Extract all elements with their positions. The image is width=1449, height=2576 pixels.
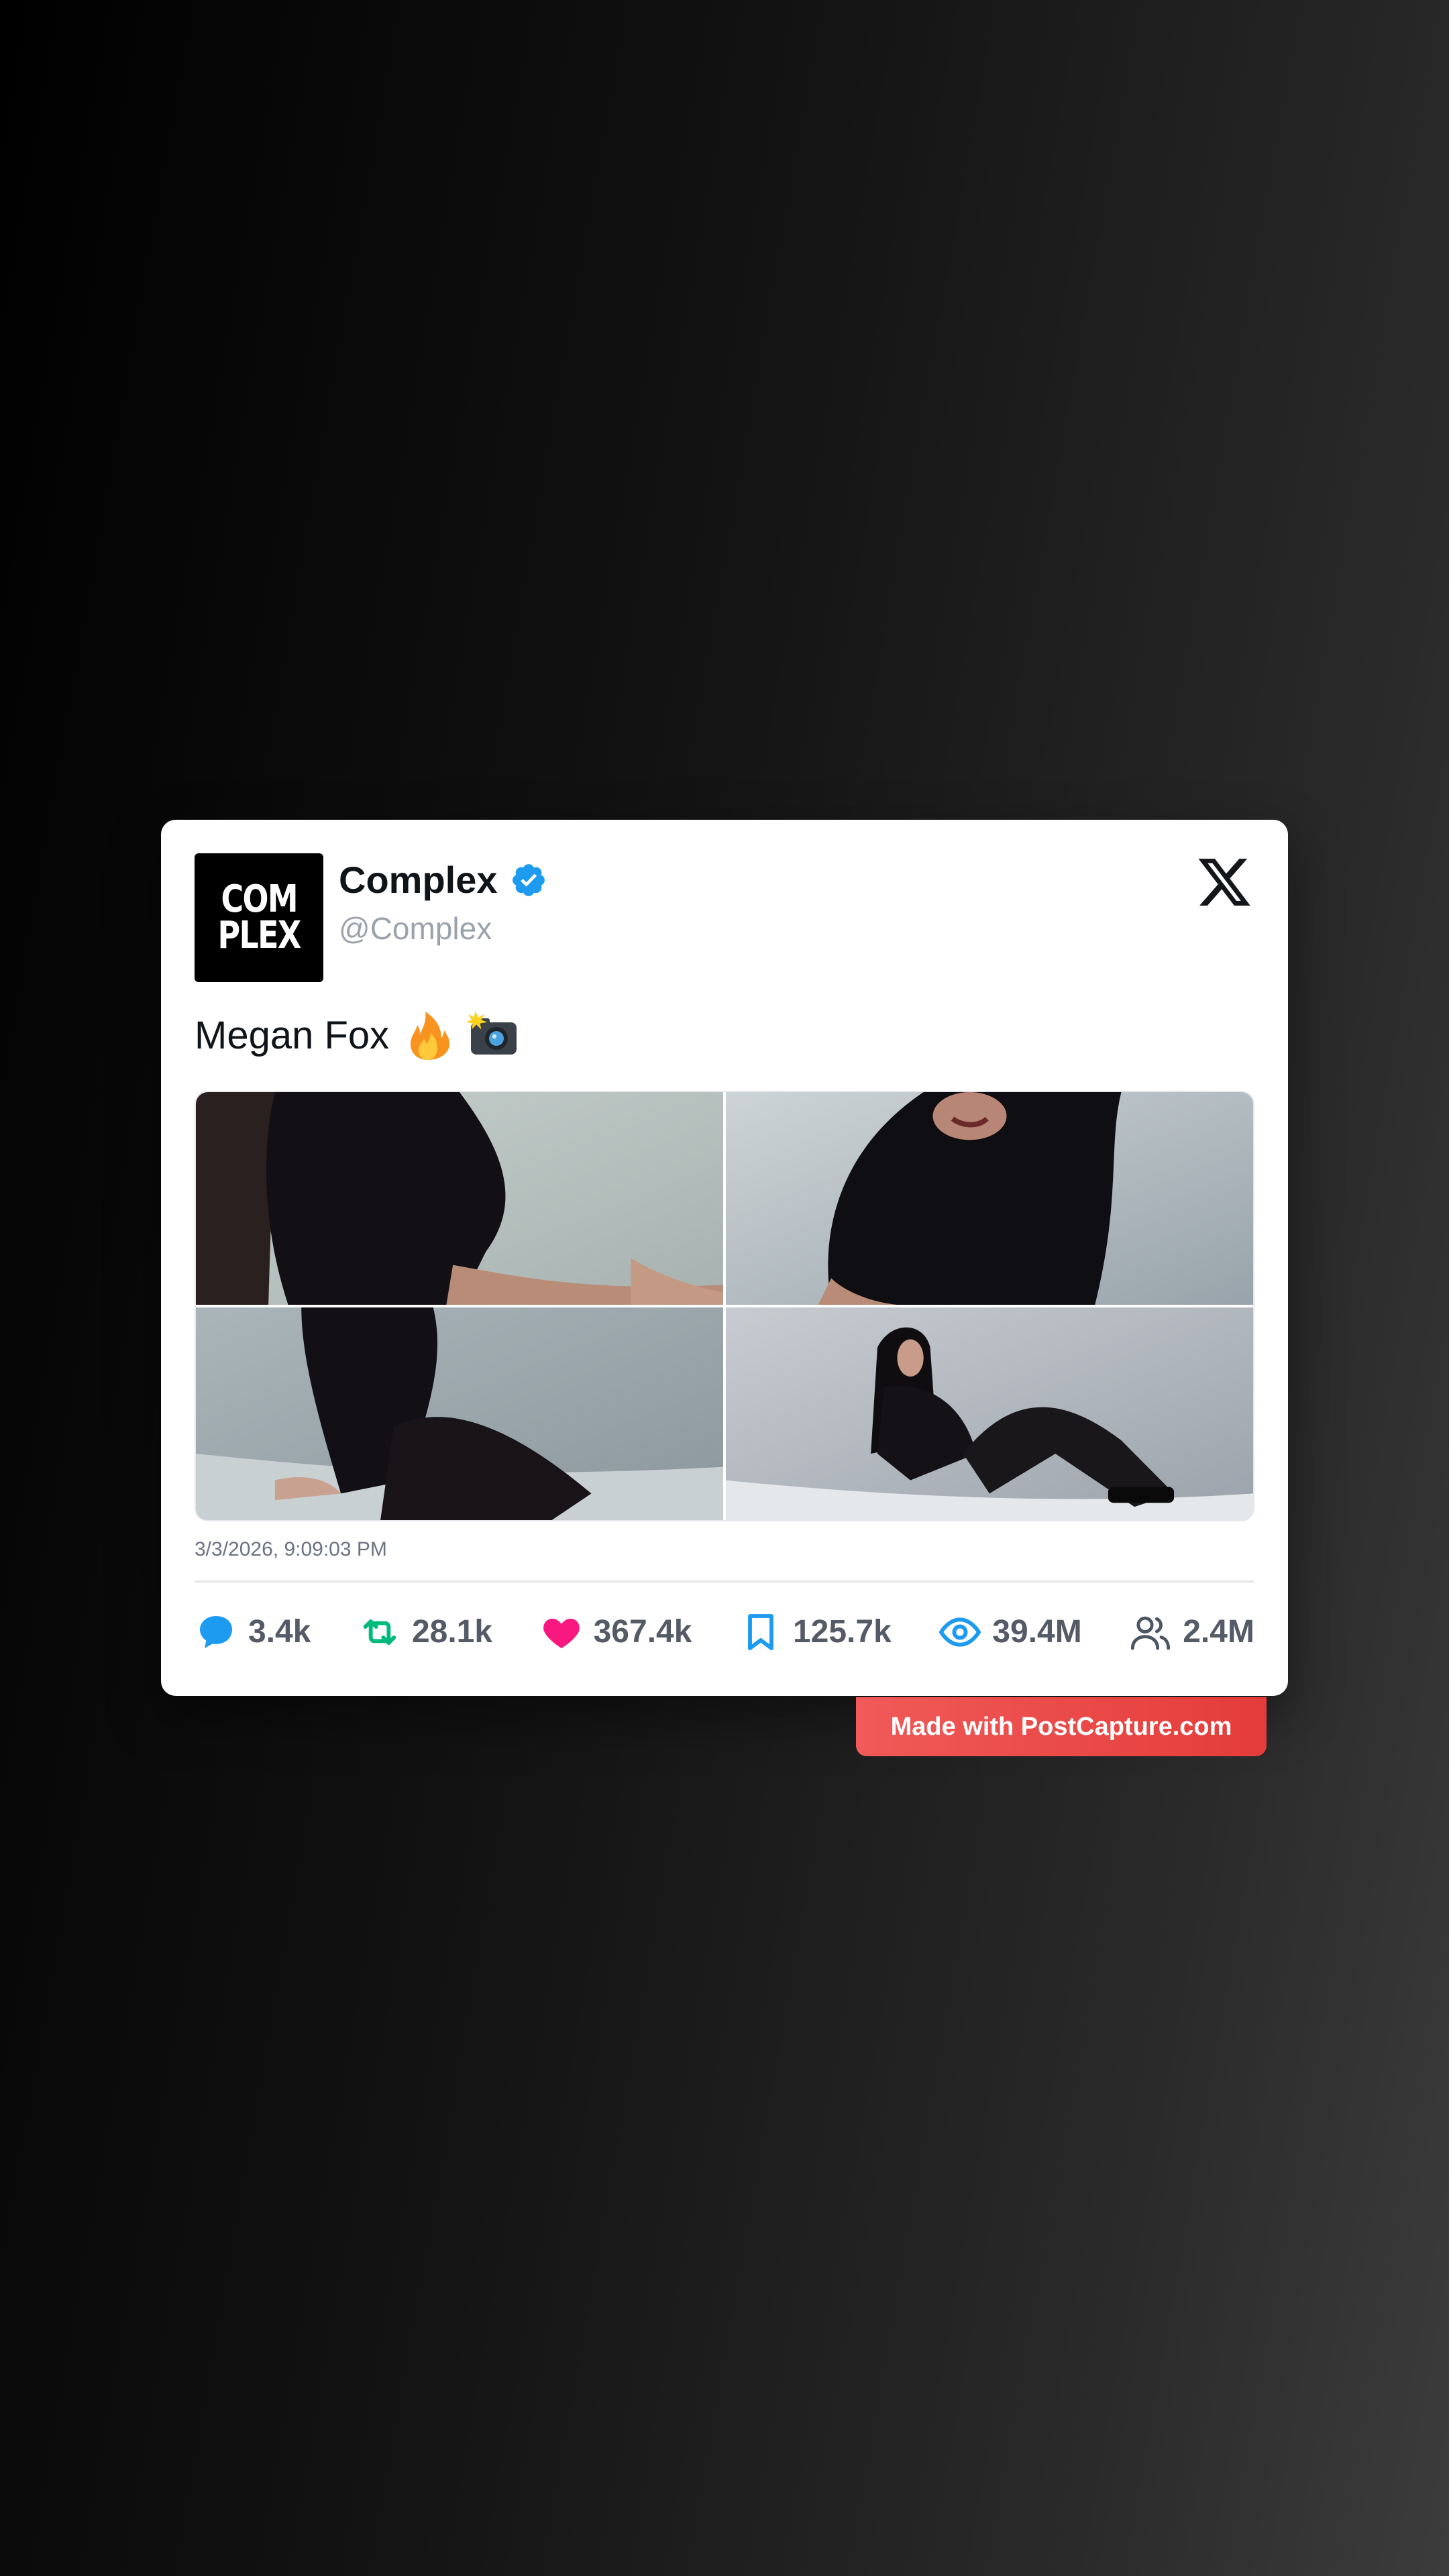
handle[interactable]: @Complex [339, 908, 492, 949]
reply-count: 3.4k [248, 1614, 311, 1650]
avatar-logo-line-2: PLEX [217, 914, 301, 957]
media-photo-1[interactable] [196, 1092, 723, 1305]
eye-icon [938, 1617, 981, 1647]
reply-stat[interactable]: 3.4k [195, 1611, 311, 1654]
reply-bubble-icon [200, 1616, 232, 1648]
repost-count: 28.1k [411, 1614, 493, 1650]
followers-count: 2.4M [1183, 1614, 1254, 1650]
watermark-badge[interactable]: Made with PostCapture.com [856, 1697, 1267, 1756]
media-grid [195, 1091, 1254, 1521]
avatar[interactable]: COM PLEX [195, 853, 323, 982]
media-photo-4[interactable] [726, 1307, 1253, 1520]
users-icon [1131, 1616, 1171, 1650]
display-name[interactable]: Complex [339, 857, 498, 904]
views-count: 39.4M [992, 1614, 1082, 1650]
like-count: 367.4k [593, 1614, 692, 1650]
bookmark-icon [748, 1614, 773, 1650]
post-text-body: Megan Fox [195, 1014, 390, 1057]
heart-icon [543, 1618, 580, 1648]
avatar-logo-line-1: COM [221, 877, 298, 921]
verified-badge-icon [512, 864, 545, 896]
followers-stat[interactable]: 2.4M [1129, 1611, 1254, 1654]
media-photo-2[interactable] [726, 1092, 1253, 1305]
like-stat[interactable]: 367.4k [540, 1611, 692, 1654]
post-text: Megan Fox [195, 1009, 521, 1063]
camera-flash-emoji-icon [467, 1011, 517, 1055]
post-card: COM PLEX Complex @Complex Megan Fox 3/3/… [161, 820, 1288, 1696]
bookmark-count: 125.7k [792, 1614, 892, 1650]
post-timestamp[interactable]: 3/3/2026, 9:09:03 PM [195, 1536, 387, 1563]
stats-bar: 3.4k 28.1k 367.4k 125.7k 39.4M 2.4M [195, 1602, 1254, 1662]
media-photo-3[interactable] [196, 1307, 723, 1520]
fire-emoji-icon [411, 1012, 450, 1060]
author-name-row: Complex [339, 857, 547, 904]
x-logo-icon[interactable] [1194, 853, 1254, 911]
repost-stat[interactable]: 28.1k [358, 1611, 492, 1654]
repost-icon [363, 1619, 396, 1645]
views-stat[interactable]: 39.4M [938, 1611, 1082, 1654]
divider [195, 1580, 1254, 1582]
bookmark-stat[interactable]: 125.7k [739, 1611, 892, 1654]
